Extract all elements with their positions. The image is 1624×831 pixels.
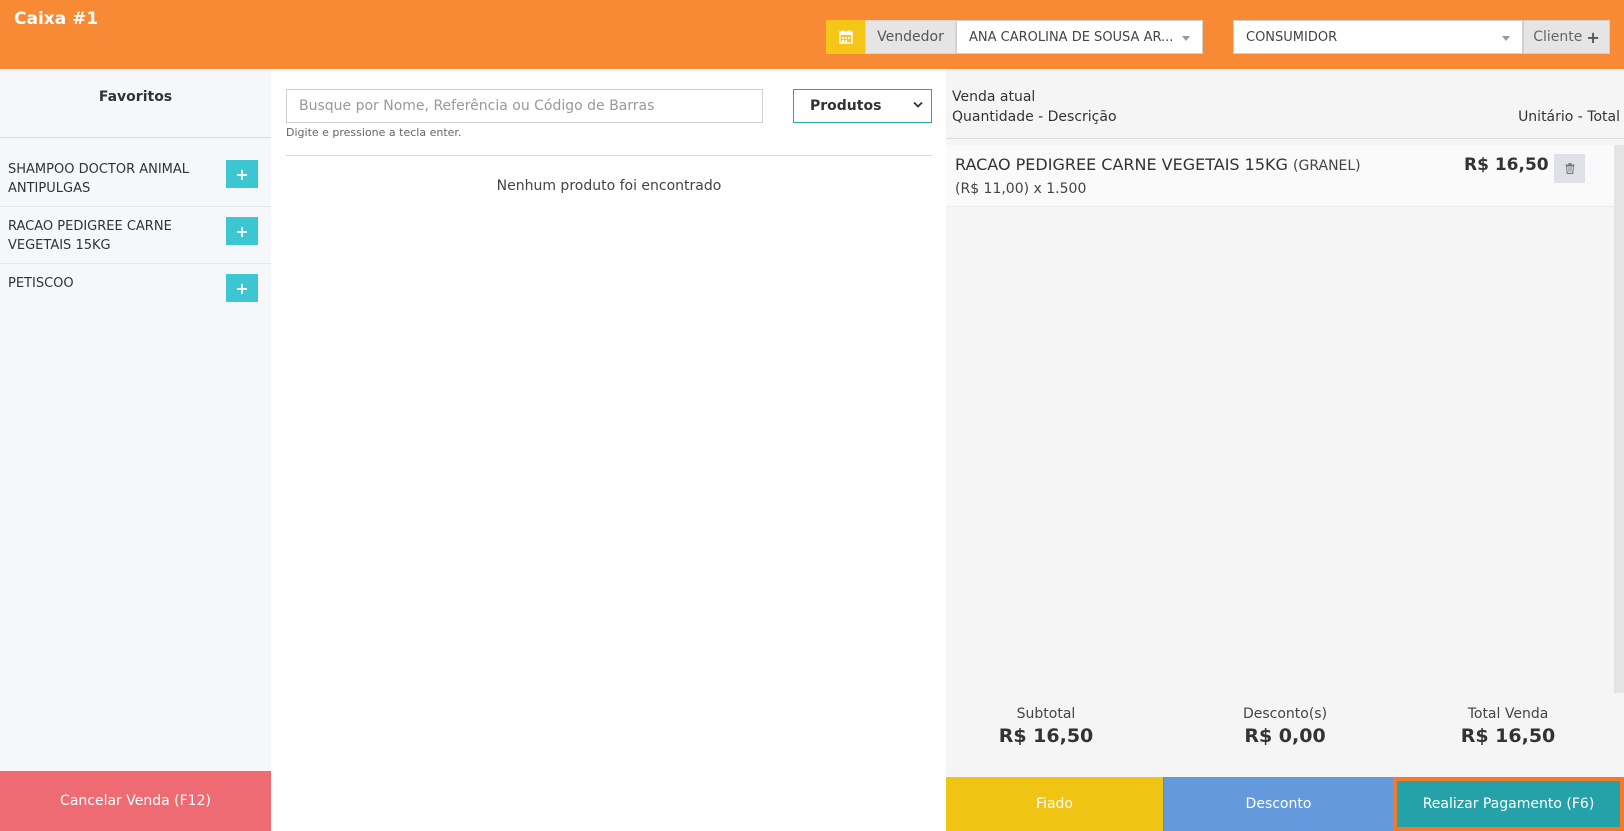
vendedor-label: Vendedor <box>865 20 956 54</box>
cart-item-unit-type: (GRANEL) <box>1293 158 1361 174</box>
venda-column-left: Quantidade - Descrição <box>952 109 1117 125</box>
totals-section: Subtotal R$ 16,50 Desconto(s) R$ 0,00 To… <box>946 706 1624 756</box>
search-hint: Digite e pressione a tecla enter. <box>286 126 462 139</box>
plus-icon: + <box>1586 27 1600 47</box>
page-title: Caixa #1 <box>14 9 99 29</box>
cliente-select[interactable]: CONSUMIDOR <box>1233 20 1523 54</box>
add-favorito-button[interactable]: + <box>226 160 258 188</box>
search-input[interactable] <box>286 89 763 123</box>
favorito-name: PETISCOO <box>8 276 74 291</box>
category-select[interactable]: Produtos <box>793 89 932 123</box>
fiado-button[interactable]: Fiado <box>946 777 1163 831</box>
divider <box>286 155 932 156</box>
cart-scrollbar[interactable] <box>1614 145 1624 693</box>
desconto-label: Desconto(s) <box>1242 706 1328 722</box>
total-label: Total Venda <box>1467 706 1549 722</box>
cart-item-description: RACAO PEDIGREE CARNE VEGETAIS 15KG (GRAN… <box>955 155 1361 174</box>
desconto-value: R$ 0,00 <box>1244 725 1326 747</box>
realizar-pagamento-button[interactable]: Realizar Pagamento (F6) <box>1393 777 1624 831</box>
calendar-icon <box>838 30 853 44</box>
favorito-item: RACAO PEDIGREE CARNE VEGETAIS 15KG + <box>0 207 271 264</box>
venda-title: Venda atual <box>952 89 1036 105</box>
chevron-down-icon <box>1502 36 1510 41</box>
subtotal-value: R$ 16,50 <box>998 725 1094 747</box>
total-venda: Total Venda R$ 16,50 <box>1408 706 1608 747</box>
divider <box>0 137 271 138</box>
cart-item-name: RACAO PEDIGREE CARNE VEGETAIS 15KG <box>955 155 1288 174</box>
cancelar-venda-button[interactable]: Cancelar Venda (F12) <box>0 771 271 831</box>
favoritos-panel: Favoritos SHAMPOO DOCTOR ANIMAL ANTIPULG… <box>0 69 271 771</box>
cart-item-detail: (R$ 11,00) x 1.500 <box>955 181 1087 197</box>
cliente-button-label: Cliente <box>1533 29 1583 45</box>
desconto-total: Desconto(s) R$ 0,00 <box>1178 706 1392 747</box>
total-value: R$ 16,50 <box>1460 725 1556 747</box>
favorito-item: SHAMPOO DOCTOR ANIMAL ANTIPULGAS + <box>0 150 271 207</box>
add-cliente-button[interactable]: Cliente + <box>1523 20 1610 54</box>
calendar-button[interactable] <box>826 20 865 54</box>
divider <box>946 138 1624 139</box>
trash-icon <box>1565 163 1574 174</box>
chevron-down-icon <box>913 99 923 112</box>
subtotal: Subtotal R$ 16,50 <box>946 706 1146 747</box>
add-favorito-button[interactable]: + <box>226 274 258 302</box>
cart-item-total: R$ 16,50 <box>1464 155 1549 175</box>
favoritos-title: Favoritos <box>98 89 173 105</box>
add-favorito-button[interactable]: + <box>226 217 258 245</box>
desconto-button[interactable]: Desconto <box>1163 777 1393 831</box>
empty-results-message: Nenhum produto foi encontrado <box>496 178 722 194</box>
favorito-name: RACAO PEDIGREE CARNE VEGETAIS 15KG <box>8 219 172 253</box>
vendedor-select[interactable]: ANA CAROLINA DE SOUSA AR... <box>956 20 1203 54</box>
subtotal-label: Subtotal <box>1016 706 1076 722</box>
favorito-name: SHAMPOO DOCTOR ANIMAL ANTIPULGAS <box>8 162 190 196</box>
remove-item-button[interactable] <box>1554 154 1585 183</box>
vendedor-value: ANA CAROLINA DE SOUSA AR... <box>969 29 1174 45</box>
favorito-item: PETISCOO + <box>0 264 271 321</box>
category-value: Produtos <box>810 98 882 114</box>
cliente-value: CONSUMIDOR <box>1246 29 1338 45</box>
cart-item: RACAO PEDIGREE CARNE VEGETAIS 15KG (GRAN… <box>946 145 1614 207</box>
venda-column-right: Unitário - Total <box>1518 109 1620 125</box>
chevron-down-icon <box>1182 36 1190 41</box>
